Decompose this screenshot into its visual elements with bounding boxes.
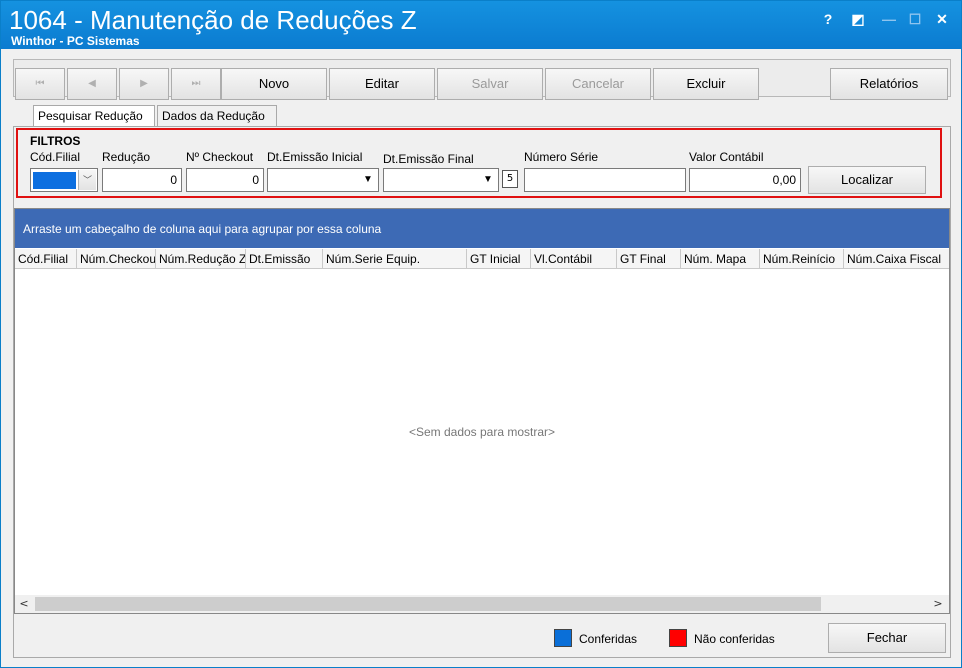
maximize-icon[interactable]: ☐	[903, 9, 927, 29]
numero-serie-label: Número Série	[524, 150, 599, 164]
restore-icon[interactable]: ◩	[846, 9, 870, 29]
column-header[interactable]: GT Final	[617, 249, 681, 269]
prev-record-button[interactable]: ◀	[67, 68, 117, 100]
help-icon[interactable]: ?	[816, 9, 840, 29]
dt-emissao-final-input[interactable]: ▼	[383, 168, 499, 192]
tab-strip: Pesquisar Redução Dados da Redução	[13, 105, 951, 128]
valor-contabil-input[interactable]: 0,00	[689, 168, 801, 192]
close-icon[interactable]: ✕	[930, 9, 954, 29]
excluir-button[interactable]: Excluir	[653, 68, 759, 100]
column-header[interactable]: GT Inicial	[467, 249, 531, 269]
filters-group: FILTROS Cód.Filial ﹀ Redução 0 Nº Checko…	[16, 128, 942, 198]
conferidas-label: Conferidas	[579, 632, 638, 646]
minimize-icon[interactable]: —	[877, 9, 901, 29]
checkout-input[interactable]: 0	[186, 168, 264, 192]
first-record-button[interactable]: ⏮	[15, 68, 65, 100]
column-header[interactable]: Núm. Mapa	[681, 249, 760, 269]
horizontal-scrollbar[interactable]: < >	[15, 595, 949, 613]
last-record-button[interactable]: ⏭	[171, 68, 221, 100]
calendar-icon[interactable]: 5	[502, 170, 518, 188]
valor-contabil-label: Valor Contábil	[689, 150, 764, 164]
grid-header-row: Cód.Filial Núm.Checkout Núm.Redução Z Dt…	[15, 249, 949, 269]
nao-conferidas-label: Não conferidas	[694, 632, 775, 646]
conferidas-swatch	[554, 629, 572, 647]
title-bar: 1064 - Manutenção de Reduções Z Winthor …	[1, 1, 961, 49]
cod-filial-selection	[33, 172, 76, 189]
localizar-button[interactable]: Localizar	[808, 166, 926, 194]
scroll-right-icon[interactable]: >	[929, 595, 947, 613]
nao-conferidas-swatch	[669, 629, 687, 647]
filters-title: FILTROS	[30, 134, 81, 148]
column-header[interactable]: Núm.Serie Equip.	[323, 249, 467, 269]
reducoes-grid: Arraste um cabeçalho de coluna aqui para…	[14, 208, 950, 614]
dt-emissao-final-label: Dt.Emissão Final	[383, 152, 474, 166]
fechar-button[interactable]: Fechar	[828, 623, 946, 653]
numero-serie-input[interactable]	[524, 168, 686, 192]
app-window: 1064 - Manutenção de Reduções Z Winthor …	[0, 0, 962, 668]
dropdown-arrow-icon[interactable]: ▼	[479, 170, 497, 190]
dropdown-arrow-icon[interactable]: ▼	[359, 170, 377, 190]
salvar-button[interactable]: Salvar	[437, 68, 543, 100]
window-subtitle: Winthor - PC Sistemas	[11, 34, 140, 48]
scrollbar-thumb[interactable]	[35, 597, 821, 611]
cod-filial-combo[interactable]: ﹀	[30, 168, 98, 192]
window-title: 1064 - Manutenção de Reduções Z	[9, 5, 417, 35]
cancelar-button[interactable]: Cancelar	[545, 68, 651, 100]
column-header[interactable]: Dt.Emissão	[246, 249, 323, 269]
tab-pesquisar-reducao[interactable]: Pesquisar Redução	[33, 105, 155, 128]
pesquisar-panel: FILTROS Cód.Filial ﹀ Redução 0 Nº Checko…	[13, 126, 951, 658]
novo-button[interactable]: Novo	[221, 68, 327, 100]
column-header[interactable]: Núm.Reinício	[760, 249, 844, 269]
column-header[interactable]: Núm.Checkout	[77, 249, 156, 269]
tab-dados-reducao[interactable]: Dados da Redução	[157, 105, 277, 127]
checkout-label: Nº Checkout	[186, 150, 254, 164]
cod-filial-label: Cód.Filial	[30, 150, 81, 164]
relatorios-button[interactable]: Relatórios	[830, 68, 948, 100]
column-header[interactable]: Núm.Redução Z	[156, 249, 246, 269]
editar-button[interactable]: Editar	[329, 68, 435, 100]
main-content: ⏮ ◀ ▶ ⏭ Novo Editar Salvar Cancelar Excl…	[7, 53, 955, 665]
chevron-down-icon[interactable]: ﹀	[78, 170, 96, 190]
reducao-label: Redução	[102, 150, 151, 164]
scroll-left-icon[interactable]: <	[15, 595, 33, 613]
dt-emissao-inicial-label: Dt.Emissão Inicial	[267, 150, 363, 164]
empty-grid-message: <Sem dados para mostrar>	[408, 425, 556, 439]
column-header[interactable]: Núm.Caixa Fiscal	[844, 249, 949, 269]
dt-emissao-inicial-input[interactable]: ▼	[267, 168, 379, 192]
reducao-input[interactable]: 0	[102, 168, 182, 192]
column-header[interactable]: Vl.Contábil	[531, 249, 617, 269]
group-by-bar[interactable]: Arraste um cabeçalho de coluna aqui para…	[15, 209, 949, 248]
column-header[interactable]: Cód.Filial	[15, 249, 77, 269]
next-record-button[interactable]: ▶	[119, 68, 169, 100]
